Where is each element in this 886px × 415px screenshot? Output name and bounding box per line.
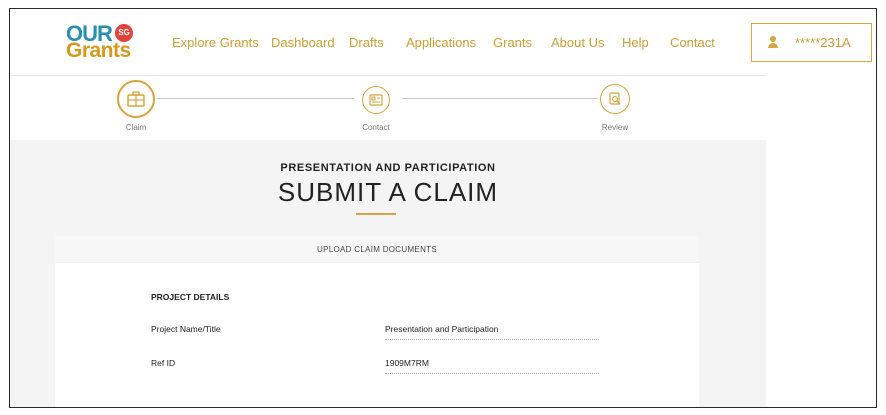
step-contact[interactable] xyxy=(362,86,390,114)
main-content: PRESENTATION AND PARTICIPATION SUBMIT A … xyxy=(10,140,766,407)
nav-explore-grants[interactable]: Explore Grants xyxy=(172,35,259,50)
project-name-field[interactable]: Presentation and Participation xyxy=(385,324,599,340)
site-header: OUR SG Grants Explore Grants Dashboard D… xyxy=(10,9,876,75)
briefcase-icon xyxy=(127,91,145,107)
nav-applications[interactable]: Applications xyxy=(406,35,476,50)
nav-drafts[interactable]: Drafts xyxy=(349,35,384,50)
nav-grants[interactable]: Grants xyxy=(493,35,532,50)
step-review[interactable] xyxy=(600,84,630,114)
step-connector-2 xyxy=(402,98,598,99)
page-title: SUBMIT A CLAIM xyxy=(277,177,499,207)
step-connector-1 xyxy=(157,98,354,99)
ref-id-label: Ref ID xyxy=(151,358,176,368)
nav-contact[interactable]: Contact xyxy=(670,35,715,50)
title-underline xyxy=(356,213,396,215)
nav-dashboard[interactable]: Dashboard xyxy=(271,35,335,50)
step-review-label: Review xyxy=(601,123,629,132)
step-claim-label: Claim xyxy=(125,123,147,132)
step-claim[interactable] xyxy=(117,80,155,118)
logo-text-grants: Grants xyxy=(66,39,131,62)
nav-help[interactable]: Help xyxy=(622,35,649,50)
document-review-icon xyxy=(609,92,621,105)
user-icon xyxy=(768,36,778,48)
nav-about-us[interactable]: About Us xyxy=(551,35,604,50)
step-contact-label: Contact xyxy=(362,123,390,132)
card-header: UPLOAD CLAIM DOCUMENTS xyxy=(55,236,699,263)
contact-card-icon xyxy=(369,94,383,106)
page-subtitle: PRESENTATION AND PARTICIPATION xyxy=(280,162,496,174)
section-title-project-details: PROJECT DETAILS xyxy=(151,292,230,302)
claim-stepper: Claim Contact Review xyxy=(10,76,766,140)
browser-frame: OUR SG Grants Explore Grants Dashboard D… xyxy=(9,8,877,408)
our-sg-grants-logo[interactable]: OUR SG Grants xyxy=(66,21,150,65)
ref-id-field[interactable]: 1909M7RM xyxy=(385,358,599,374)
project-name-label: Project Name/Title xyxy=(151,324,221,334)
user-account-button[interactable]: *****231A xyxy=(751,23,872,62)
claim-card: UPLOAD CLAIM DOCUMENTS PROJECT DETAILS P… xyxy=(55,236,699,407)
user-id: *****231A xyxy=(795,35,851,50)
